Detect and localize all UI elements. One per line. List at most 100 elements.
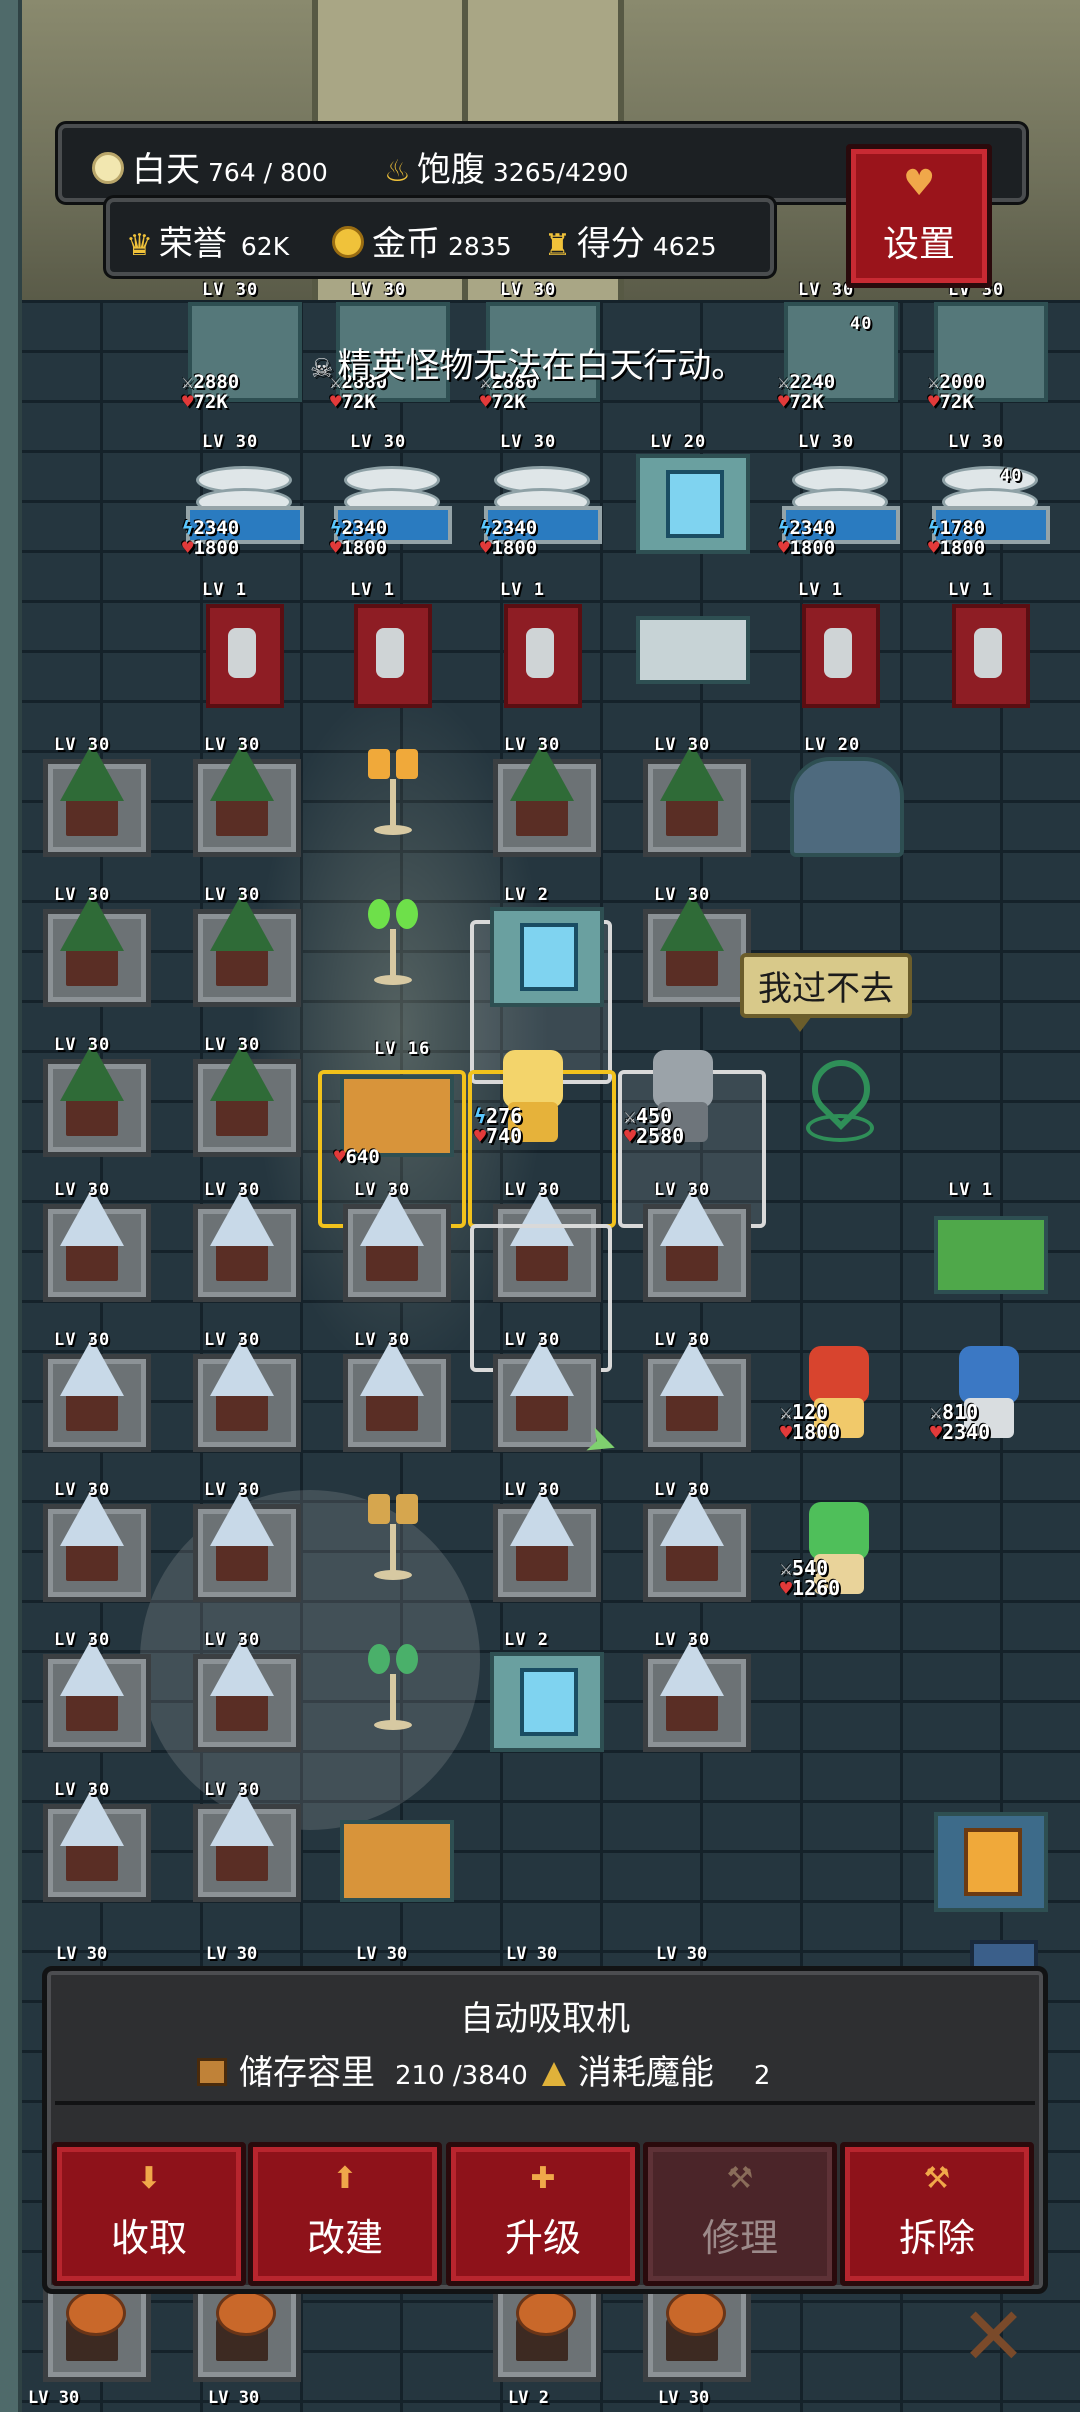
planter-tile[interactable]: LV 30 <box>178 1330 308 1452</box>
planter-tile[interactable]: LV 30 <box>28 1780 158 1902</box>
candelabra-icon <box>368 1494 418 1584</box>
level-label: LV 1 <box>202 580 247 600</box>
planter-tile[interactable]: LV 30 <box>28 1180 158 1302</box>
banner-tile[interactable]: LV 1 <box>176 580 306 708</box>
hero-knight[interactable]: ⚔450 ♥2580 <box>624 1040 738 1150</box>
fountain-tile[interactable]: LV 30 ϟ2340 ♥1800 <box>324 432 454 558</box>
level-label: LV 30 <box>350 432 407 452</box>
level-label: LV 30 <box>204 1480 261 1500</box>
extractor-tile[interactable]: LV 2 <box>478 1630 608 1752</box>
fountain-tile[interactable]: LV 30 40 ϟ1780 ♥1800 <box>922 432 1052 558</box>
storage-value: 210 /3840 <box>395 2061 528 2091</box>
cannon-tile[interactable]: LV 20 <box>778 735 908 857</box>
hero-green-hair[interactable]: ⚔540 ♥1260 <box>780 1492 894 1602</box>
banner-tile[interactable]: LV 1 <box>474 580 604 708</box>
wrench-icon: ♥ <box>903 163 936 204</box>
planter-tile[interactable]: LV 30 <box>628 1630 758 1752</box>
rebuild-button[interactable]: ⬆ 改建 <box>248 2142 442 2286</box>
forge-tile[interactable] <box>922 1790 1052 1912</box>
daytime-stat: 白天 764 / 800 <box>92 142 328 191</box>
candelabra-tile[interactable] <box>328 735 458 855</box>
hp-value: 1800 <box>193 537 240 559</box>
level-label: LV 30 <box>654 885 711 905</box>
planter-tile[interactable]: LV 30 <box>178 1780 308 1902</box>
extractor-icon <box>490 1652 604 1752</box>
extractor-tile[interactable]: LV 20 <box>624 432 754 554</box>
location-pin-base <box>806 1114 874 1142</box>
planter-tile[interactable]: LV 30 <box>28 885 158 1007</box>
honor-stat: ♛ 荣誉 62K <box>126 216 289 265</box>
hero-blonde-mage[interactable]: ϟ276 ♥740 <box>474 1040 588 1150</box>
planter-tile[interactable]: LV 30 <box>178 1480 308 1602</box>
divider <box>55 2101 1035 2105</box>
chest-icon <box>340 1075 454 1157</box>
hero-red-hood[interactable]: ⚔120 ♥1800 <box>780 1336 894 1446</box>
tower-tile[interactable]: LV 30 ⚔2000 ♥72K <box>922 280 1052 412</box>
attack-value: 2240 <box>789 371 836 393</box>
planter-tile[interactable]: LV 30 <box>628 1180 758 1302</box>
level-label: LV 2 <box>504 1630 549 1650</box>
extractor-tile[interactable]: LV 2 <box>478 885 608 1007</box>
satiety-value: 3265/4290 <box>492 158 629 187</box>
repair-button[interactable]: ⚒ 修理 <box>643 2142 837 2286</box>
tower-tile[interactable]: LV 30 40 ⚔2240 ♥72K <box>772 280 902 412</box>
crown-icon: ♛ <box>126 228 153 263</box>
planter-tile[interactable]: LV 30 <box>328 1180 458 1302</box>
level-label: LV 1 <box>948 580 993 600</box>
banner-tile[interactable]: LV 1 <box>772 580 902 708</box>
collect-button[interactable]: ⬇ 收取 <box>52 2142 246 2286</box>
level-label: LV 30 <box>504 1480 561 1500</box>
planter-tile[interactable]: LV 30 <box>178 1035 308 1157</box>
planter-tile[interactable]: LV 30 <box>28 735 158 857</box>
fountain-tile[interactable]: LV 30 ϟ2340 ♥1800 <box>176 432 306 558</box>
tower-tile[interactable]: LV 30 ⚔2880 ♥72K <box>176 280 306 412</box>
candelabra-tile[interactable] <box>328 1630 458 1750</box>
level-label: LV 30 <box>28 2388 80 2408</box>
banner-tile[interactable]: LV 1 <box>922 580 1052 708</box>
hero-portrait <box>959 1346 1019 1404</box>
planter-tile[interactable]: LV 30 <box>28 1630 158 1752</box>
level-label: LV 30 <box>204 1180 261 1200</box>
score-value: 4625 <box>652 232 717 261</box>
level-label: LV 30 <box>204 1035 261 1055</box>
upgrade-button[interactable]: ✚ 升级 <box>446 2142 640 2286</box>
storage-chest-tile[interactable]: LV 16 ♥640 <box>328 1035 458 1167</box>
candelabra-tile[interactable] <box>328 885 458 1005</box>
level-label: LV 30 <box>204 1630 261 1650</box>
score-label: 得分 <box>576 224 645 264</box>
level-label: LV 30 <box>350 280 407 300</box>
level-label: LV 30 <box>798 432 855 452</box>
hero-archer[interactable]: ⚔810 ♥2340 <box>930 1336 1044 1446</box>
planter-tile[interactable]: LV 30 <box>178 1180 308 1302</box>
banner-icon <box>206 604 284 708</box>
level-label: LV 30 <box>202 432 259 452</box>
fountain-tile[interactable]: LV 30 ϟ2340 ♥1800 <box>772 432 902 558</box>
planter-tile[interactable]: LV 30 <box>628 885 758 1007</box>
banner-tile[interactable]: LV 1 <box>324 580 454 708</box>
level-label: LV 20 <box>650 432 707 452</box>
planter-tile[interactable]: LV 30 <box>628 1330 758 1452</box>
attack-value: 2880 <box>193 371 240 393</box>
planter-tile[interactable]: LV 30 <box>628 735 758 857</box>
altar-tile[interactable] <box>624 580 754 700</box>
hero-portrait <box>653 1050 713 1108</box>
level-label: LV 1 <box>798 580 843 600</box>
honor-label: 荣誉 <box>158 224 227 264</box>
planter-tile[interactable]: LV 30 <box>478 1480 608 1602</box>
settings-button[interactable]: ♥ 设置 <box>846 144 992 288</box>
planter-tile[interactable]: LV 30 <box>328 1330 458 1452</box>
planter-tile[interactable]: LV 30 <box>28 1330 158 1452</box>
treasure-tile[interactable]: LV 1 <box>922 1180 1052 1300</box>
planter-tile[interactable]: LV 30 <box>628 1480 758 1602</box>
demolish-button[interactable]: ⚒ 拆除 <box>840 2142 1034 2286</box>
planter-tile[interactable]: LV 30 <box>178 1630 308 1752</box>
candelabra-tile[interactable] <box>328 1480 458 1600</box>
satiety-stat: ♨ 饱腹 3265/4290 <box>384 142 629 191</box>
storage-chest-tile[interactable] <box>328 1780 458 1902</box>
planter-tile[interactable]: LV 30 <box>178 735 308 857</box>
planter-tile[interactable]: LV 30 <box>28 1035 158 1157</box>
fountain-tile[interactable]: LV 30 ϟ2340 ♥1800 <box>474 432 604 558</box>
planter-tile[interactable]: LV 30 <box>28 1480 158 1602</box>
planter-tile[interactable]: LV 30 <box>478 735 608 857</box>
planter-tile[interactable]: LV 30 <box>178 885 308 1007</box>
